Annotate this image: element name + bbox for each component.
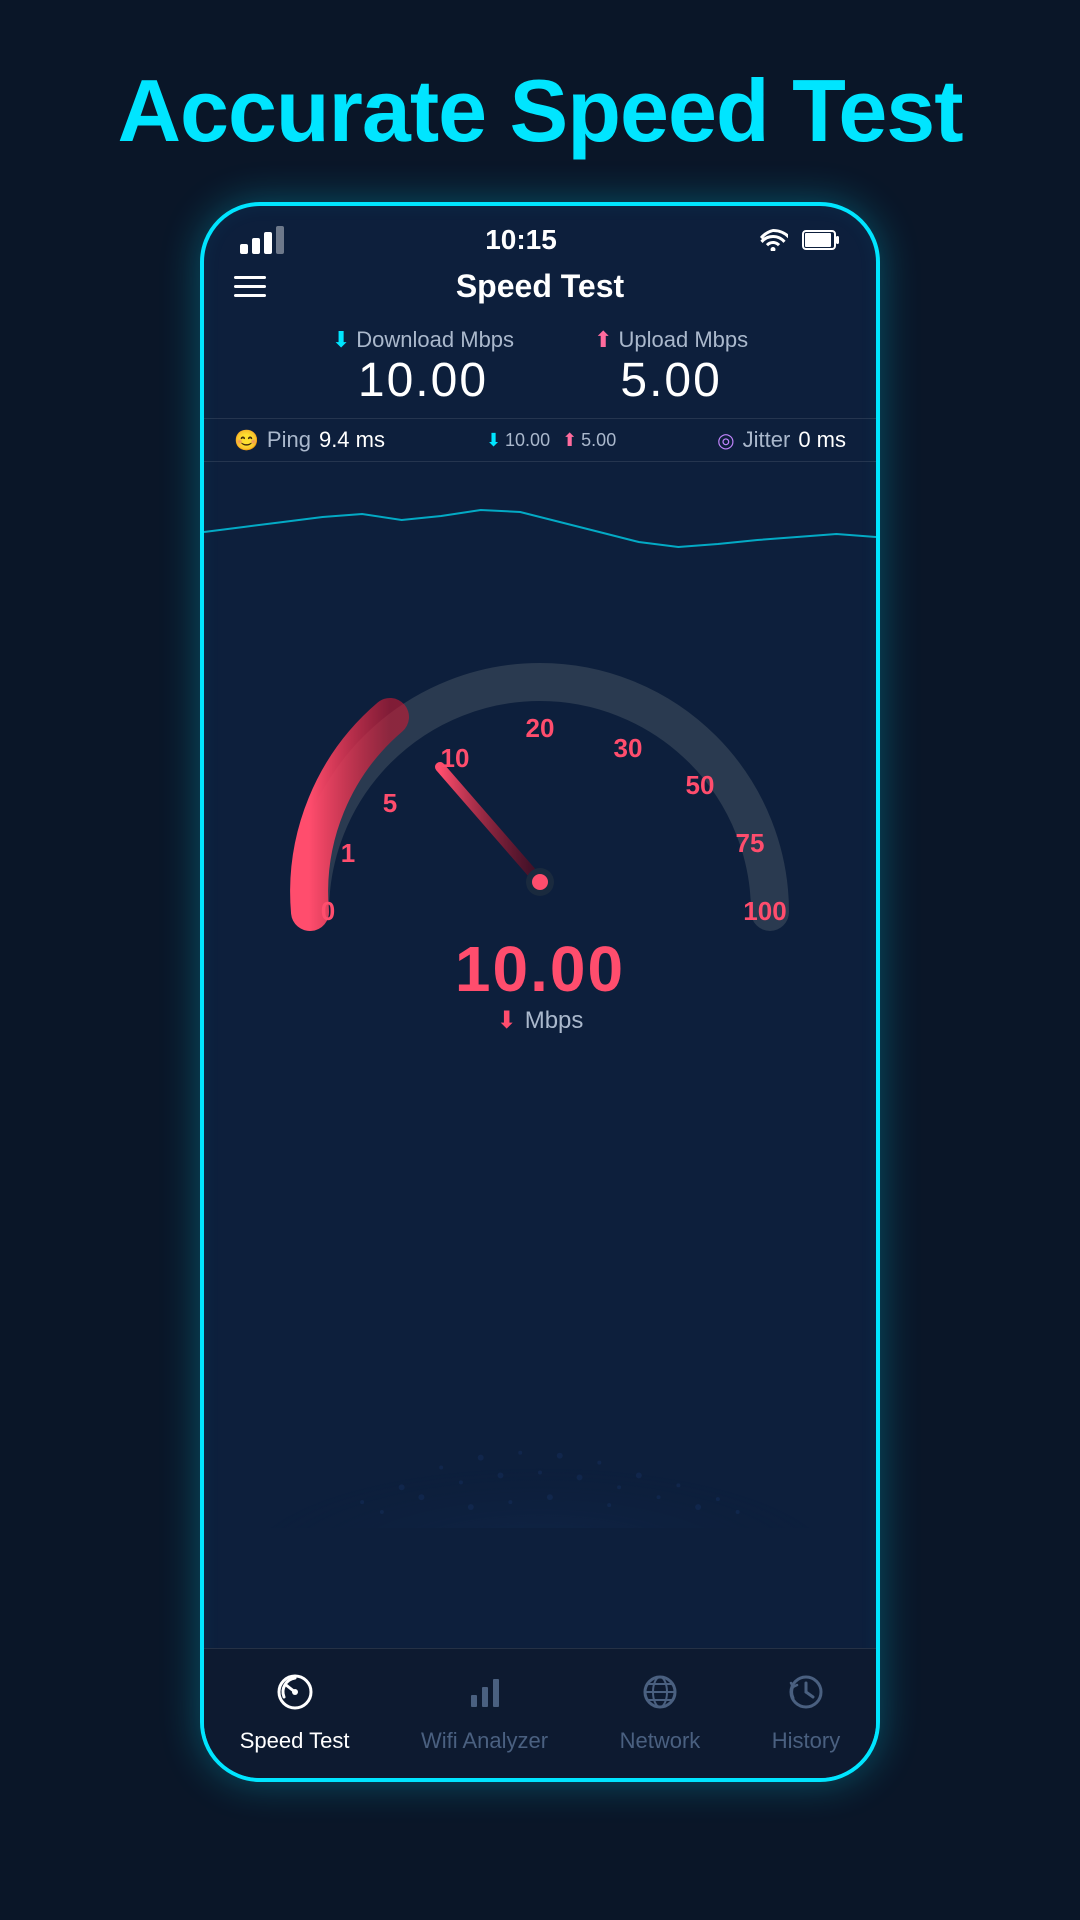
upload-value: 5.00: [620, 353, 721, 408]
network-icon: [641, 1673, 679, 1720]
nav-item-network[interactable]: Network: [600, 1663, 721, 1764]
speed-pills: ⬇ 10.00 ⬆ 5.00: [486, 430, 616, 451]
svg-text:100: 100: [743, 896, 786, 926]
upload-label: ⬆ Upload Mbps: [594, 327, 748, 353]
download-label: ⬇ Download Mbps: [332, 327, 514, 353]
nav-item-wifi-analyzer[interactable]: Wifi Analyzer: [401, 1663, 568, 1764]
status-right-icons: [758, 229, 840, 251]
download-unit-icon: ⬇: [497, 1006, 517, 1035]
jitter-metric: ◎ Jitter 0 ms: [717, 427, 846, 453]
download-stat: ⬇ Download Mbps 10.00: [332, 327, 514, 408]
speed-center-unit: ⬇ Mbps: [455, 1006, 625, 1035]
speed-graph: [204, 472, 876, 552]
dot-grid-decoration: [204, 1328, 876, 1528]
svg-text:5: 5: [383, 788, 397, 818]
svg-text:20: 20: [526, 713, 555, 743]
history-icon: [787, 1673, 825, 1720]
jitter-label: Jitter: [743, 427, 791, 453]
svg-text:10: 10: [441, 743, 470, 773]
svg-text:50: 50: [686, 770, 715, 800]
ul-pill-value: 5.00: [581, 430, 616, 451]
ul-pill-arrow: ⬆: [562, 430, 577, 451]
signal-strength: [240, 226, 284, 254]
menu-button[interactable]: [234, 276, 266, 297]
dl-pill-arrow: ⬇: [486, 430, 501, 451]
ping-metric: 😊 Ping 9.4 ms: [234, 427, 385, 453]
svg-text:75: 75: [736, 828, 765, 858]
app-header: Speed Test: [204, 266, 876, 317]
jitter-icon: ◎: [717, 428, 734, 453]
speed-center-value: 10.00: [455, 932, 625, 1006]
phone-frame: 10:15 Speed Test ⬇ Download Mbps: [200, 202, 880, 1782]
history-nav-label: History: [772, 1728, 840, 1754]
wifi-analyzer-icon: [466, 1673, 504, 1720]
ping-value: 9.4 ms: [319, 427, 385, 453]
metrics-bar: 😊 Ping 9.4 ms ⬇ 10.00 ⬆ 5.00 ◎ Jitter 0 …: [204, 418, 876, 462]
ping-label: Ping: [267, 427, 311, 453]
bottom-nav: Speed Test Wifi Analyzer: [204, 1648, 876, 1778]
upload-stat: ⬆ Upload Mbps 5.00: [594, 327, 748, 408]
svg-text:1: 1: [341, 838, 355, 868]
speed-center-display: 10.00 ⬇ Mbps: [455, 932, 625, 1035]
nav-item-speed-test[interactable]: Speed Test: [220, 1663, 370, 1764]
download-pill: ⬇ 10.00: [486, 430, 550, 451]
speedometer-svg: 0 1 5 10 20 30 50 75 100: [260, 572, 820, 952]
jitter-value: 0 ms: [798, 427, 846, 453]
svg-text:0: 0: [321, 896, 335, 926]
download-arrow-icon: ⬇: [332, 327, 350, 353]
upload-pill: ⬆ 5.00: [562, 430, 616, 451]
battery-icon: [802, 229, 840, 251]
network-nav-label: Network: [620, 1728, 701, 1754]
dl-pill-value: 10.00: [505, 430, 550, 451]
speed-stats: ⬇ Download Mbps 10.00 ⬆ Upload Mbps 5.00: [204, 317, 876, 408]
nav-item-history[interactable]: History: [752, 1663, 860, 1764]
speed-test-icon: [276, 1673, 314, 1720]
wifi-icon: [758, 229, 788, 251]
page-title-text: Accurate Speed Test: [77, 0, 1002, 202]
speedometer-container: 0 1 5 10 20 30 50 75 100 10.00: [204, 552, 876, 1648]
svg-text:30: 30: [614, 733, 643, 763]
app-header-title: Speed Test: [456, 268, 624, 305]
wifi-analyzer-nav-label: Wifi Analyzer: [421, 1728, 548, 1754]
time-display: 10:15: [485, 224, 557, 256]
upload-arrow-icon: ⬆: [594, 327, 612, 353]
status-bar: 10:15: [204, 206, 876, 266]
ping-icon: 😊: [234, 428, 259, 453]
speed-test-nav-label: Speed Test: [240, 1728, 350, 1754]
download-value: 10.00: [358, 353, 488, 408]
unit-label: Mbps: [525, 1007, 584, 1035]
